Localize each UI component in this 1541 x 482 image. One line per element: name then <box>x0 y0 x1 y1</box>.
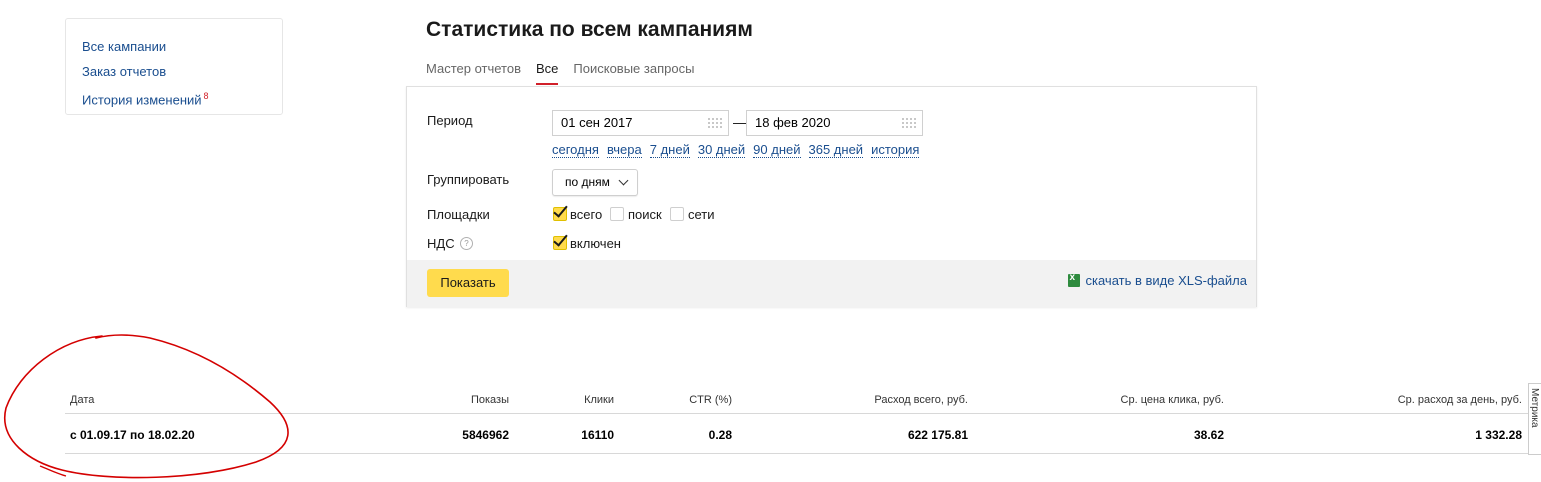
calendar-icon[interactable] <box>902 118 916 128</box>
period-link-365-days[interactable]: 365 дней <box>808 143 864 158</box>
column-header-avg-cpc: Ср. цена клика, руб. <box>1120 394 1224 406</box>
column-header-clicks: Клики <box>584 394 614 406</box>
excel-icon <box>1067 272 1080 287</box>
period-link-30-days[interactable]: 30 дней <box>697 143 746 158</box>
chevron-down-icon <box>618 175 629 186</box>
tab-bar: Мастер отчетов Все Поисковые запросы <box>426 61 709 87</box>
platform-search-checkbox[interactable] <box>610 207 624 221</box>
period-link-90-days[interactable]: 90 дней <box>753 143 801 158</box>
panel-footer: Показать скачать в виде XLS-файла <box>407 260 1256 307</box>
help-icon[interactable]: ? <box>460 237 473 250</box>
tab-report-wizard[interactable]: Мастер отчетов <box>426 61 521 87</box>
page-title: Статистика по всем кампаниям <box>426 18 753 41</box>
vat-included-label: включен <box>570 236 621 251</box>
metrika-side-tab[interactable]: Метрика <box>1528 383 1541 455</box>
cell-ctr: 0.28 <box>708 428 732 442</box>
period-label: Период <box>427 113 473 128</box>
download-xls-link[interactable]: скачать в виде XLS-файла <box>1067 272 1248 288</box>
download-xls-label: скачать в виде XLS-файла <box>1085 273 1248 288</box>
sidebar-item-report-orders[interactable]: Заказ отчетов <box>82 60 282 85</box>
calendar-icon[interactable] <box>708 118 722 128</box>
date-from-value: 01 сен 2017 <box>561 115 633 130</box>
date-from-input[interactable]: 01 сен 2017 <box>552 110 729 136</box>
cell-avg-daily-spend: 1 332.28 <box>1475 428 1522 442</box>
date-to-value: 18 фев 2020 <box>755 115 831 130</box>
vat-included-checkbox[interactable] <box>553 236 567 250</box>
column-header-avg-daily-spend: Ср. расход за день, руб. <box>1397 394 1522 406</box>
red-circle-annotation <box>3 334 289 479</box>
change-count-badge: 8 <box>203 91 209 101</box>
date-to-input[interactable]: 18 фев 2020 <box>746 110 923 136</box>
sidebar-item-label: История изменений <box>82 92 202 108</box>
show-button[interactable]: Показать <box>427 269 509 297</box>
column-header-impressions: Показы <box>470 394 509 406</box>
period-link-today[interactable]: сегодня <box>552 143 599 158</box>
date-range-dash: — <box>733 115 746 130</box>
platform-networks-checkbox[interactable] <box>670 207 684 221</box>
tab-search-queries[interactable]: Поисковые запросы <box>573 61 694 87</box>
cell-impressions: 5846962 <box>462 428 509 442</box>
group-label: Группировать <box>427 172 510 187</box>
sidebar-nav: Все кампании Заказ отчетов История измен… <box>65 18 283 115</box>
period-link-yesterday[interactable]: вчера <box>606 143 642 158</box>
sidebar-item-label: Все кампании <box>82 39 167 54</box>
column-header-ctr: CTR (%) <box>689 394 732 406</box>
platform-all-label: всего <box>570 207 603 222</box>
column-header-total-spend: Расход всего, руб. <box>874 394 968 406</box>
platforms-label: Площадки <box>427 207 490 222</box>
group-select[interactable]: по дням <box>552 169 638 196</box>
platform-all-checkbox[interactable] <box>553 207 567 221</box>
cell-total-spend: 622 175.81 <box>907 428 968 442</box>
period-link-7-days[interactable]: 7 дней <box>649 143 690 158</box>
sidebar-item-change-history[interactable]: История изменений 8 <box>82 84 282 113</box>
metrika-side-tab-label: Метрика <box>1529 388 1540 428</box>
cell-avg-cpc: 38.62 <box>1193 428 1224 442</box>
group-select-value: по дням <box>565 175 610 189</box>
cell-clicks: 16110 <box>581 428 614 442</box>
sidebar-item-label: Заказ отчетов <box>82 63 167 79</box>
sidebar-item-all-campaigns[interactable]: Все кампании <box>82 35 282 60</box>
platform-search-label: поиск <box>628 207 662 222</box>
platform-networks-label: сети <box>688 207 715 222</box>
vat-label: НДС <box>427 236 455 251</box>
period-link-history[interactable]: история <box>871 143 920 158</box>
filter-panel: Период 01 сен 2017 — 18 фев 2020 сегодня… <box>406 86 1257 307</box>
quick-period-links: сегодня вчера 7 дней 30 дней 90 дней 365… <box>552 143 927 158</box>
tab-all[interactable]: Все <box>536 61 559 87</box>
